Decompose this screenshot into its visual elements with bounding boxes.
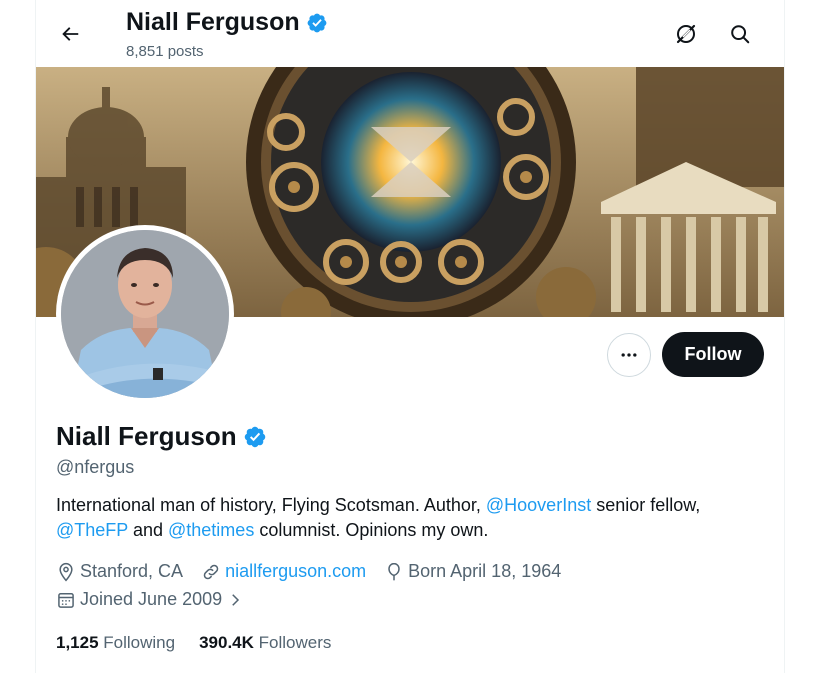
header-name: Niall Ferguson xyxy=(126,8,300,36)
verified-badge-icon[interactable] xyxy=(243,425,267,449)
verified-badge-icon xyxy=(307,13,327,32)
grok-button[interactable] xyxy=(668,16,704,52)
profile-avatar[interactable] xyxy=(56,225,234,403)
location-text: Stanford, CA xyxy=(80,561,184,581)
profile-meta-row: Stanford, CA niallferguson.com Born Apri… xyxy=(56,561,579,582)
following-count: 1,125 xyxy=(56,633,99,652)
follow-button[interactable]: Follow xyxy=(662,332,764,377)
followers-label: Followers xyxy=(258,633,332,652)
followers-link[interactable]: 390.4K Followers xyxy=(199,633,331,653)
profile-header: Niall Ferguson 8,851 posts xyxy=(36,0,784,67)
profile-handle: @nfergus xyxy=(56,457,135,477)
joined-item[interactable]: Joined June 2009 xyxy=(56,589,244,610)
profile-stats: 1,125 Following 390.4K Followers xyxy=(56,633,331,653)
back-arrow-icon xyxy=(62,27,79,41)
birthday-text: Born April 18, 1964 xyxy=(408,561,562,581)
calendar-icon xyxy=(58,592,74,608)
back-button[interactable] xyxy=(52,16,88,52)
location-item: Stanford, CA xyxy=(56,561,183,582)
header-title: Niall Ferguson xyxy=(126,8,328,37)
chevron-right-icon xyxy=(232,593,240,606)
more-options-button[interactable] xyxy=(607,333,651,377)
followers-count: 390.4K xyxy=(199,633,254,652)
following-label: Following xyxy=(103,633,176,652)
birthday-item: Born April 18, 1964 xyxy=(384,561,561,582)
balloon-icon xyxy=(388,562,400,580)
location-icon xyxy=(59,562,73,581)
website-item: niallferguson.com xyxy=(201,561,366,582)
avatar-image xyxy=(61,230,229,398)
profile-name: Niall Ferguson xyxy=(56,421,267,452)
search-button[interactable] xyxy=(722,16,758,52)
link-icon xyxy=(203,564,219,579)
website-link[interactable]: niallferguson.com xyxy=(225,561,366,582)
bio-text-2: senior fellow, xyxy=(591,495,701,515)
bio-text-4: columnist. Opinions my own. xyxy=(254,520,489,540)
grok-icon xyxy=(676,24,696,44)
profile-name-text: Niall Ferguson xyxy=(56,421,237,451)
column-border-right xyxy=(784,0,785,673)
joined-row[interactable]: Joined June 2009 xyxy=(56,589,262,610)
mention-hooverinst[interactable]: @HooverInst xyxy=(486,495,591,515)
search-icon xyxy=(731,25,750,44)
bio-text-1: International man of history, Flying Sco… xyxy=(56,495,486,515)
more-icon xyxy=(621,353,637,357)
mention-thefp[interactable]: @TheFP xyxy=(56,520,128,540)
mention-thetimes[interactable]: @thetimes xyxy=(168,520,254,540)
post-count: 8,851 posts xyxy=(126,43,204,60)
joined-text: Joined June 2009 xyxy=(80,589,223,609)
following-link[interactable]: 1,125 Following xyxy=(56,633,175,653)
bio-text-3: and xyxy=(127,520,169,540)
profile-bio: International man of history, Flying Sco… xyxy=(56,493,768,543)
